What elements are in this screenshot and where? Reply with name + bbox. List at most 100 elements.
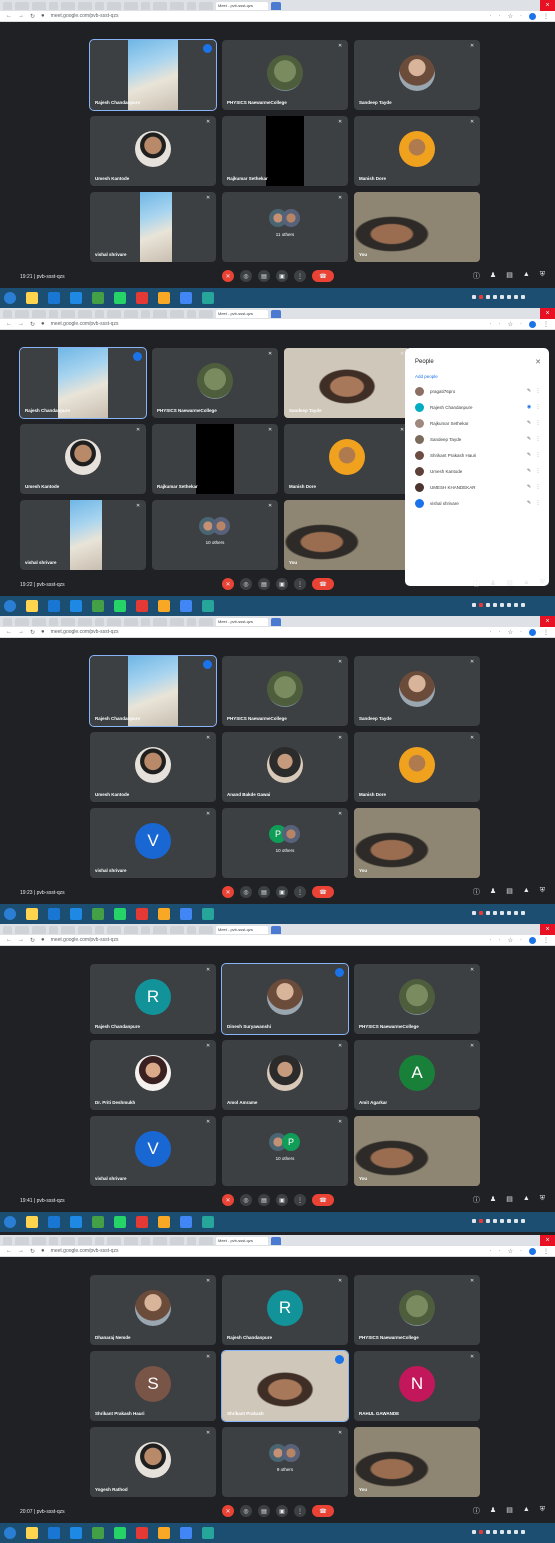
people-icon[interactable]: ♟ xyxy=(490,579,496,589)
mic-icon[interactable]: ✎ xyxy=(523,484,535,490)
tray-icon[interactable] xyxy=(479,911,483,915)
participant-tile[interactable]: Rajesh Chandanpure xyxy=(89,39,217,111)
tray-icon[interactable] xyxy=(521,1219,525,1223)
participant-tile[interactable]: Manish Dore ✕ xyxy=(284,424,410,494)
camera-button[interactable]: ◎ xyxy=(240,578,252,590)
browser-tab[interactable] xyxy=(187,309,196,318)
menu-icon[interactable]: ⋮ xyxy=(543,13,549,20)
start-icon[interactable] xyxy=(4,1216,16,1228)
app-icon[interactable] xyxy=(202,600,214,612)
participant-tile[interactable]: Vvishal shrivare ✕ xyxy=(90,808,216,878)
back-icon[interactable]: ← xyxy=(6,321,12,327)
browser-tab[interactable] xyxy=(187,617,196,626)
app-icon[interactable] xyxy=(92,908,104,920)
browser-tab[interactable] xyxy=(32,1,46,10)
tray-icon[interactable] xyxy=(472,295,476,299)
close-window-button[interactable]: × xyxy=(540,924,555,935)
youtube-icon[interactable] xyxy=(136,908,148,920)
back-icon[interactable]: ← xyxy=(6,1248,12,1254)
tray-icon[interactable] xyxy=(493,1219,497,1223)
camera-button[interactable]: ◎ xyxy=(240,1194,252,1206)
more-options-icon[interactable]: ⋮ xyxy=(535,436,541,442)
browser-tab[interactable] xyxy=(153,1236,167,1245)
captions-button[interactable]: ▤ xyxy=(258,578,270,590)
mic-off-button[interactable]: ✕ xyxy=(222,578,234,590)
participant-tile[interactable]: You xyxy=(354,1116,480,1186)
back-icon[interactable]: ← xyxy=(6,629,12,635)
mic-icon[interactable]: ◉ xyxy=(523,404,535,410)
browser-tab[interactable] xyxy=(78,309,92,318)
mic-icon[interactable]: ✎ xyxy=(523,452,535,458)
camera-icon[interactable]: · xyxy=(490,321,492,328)
url-input[interactable]: meet.google.com/pvb-ssst-qzs xyxy=(51,1248,119,1254)
forward-icon[interactable]: → xyxy=(18,321,24,327)
app-icon[interactable] xyxy=(202,1216,214,1228)
browser-tab[interactable] xyxy=(78,1236,92,1245)
browser-tab[interactable] xyxy=(61,1,75,10)
browser-tab[interactable] xyxy=(124,925,138,934)
file-explorer-icon[interactable] xyxy=(26,908,38,920)
youtube-icon[interactable] xyxy=(136,600,148,612)
browser-tab-active[interactable]: Meet - pvb-ssst-qzs xyxy=(216,925,268,934)
participant-tile[interactable]: Shrikant Prakash xyxy=(221,1350,349,1422)
more-options-button[interactable]: ⋮ xyxy=(294,1194,306,1206)
info-icon[interactable]: ⓘ xyxy=(473,887,480,897)
url-input[interactable]: meet.google.com/pvb-ssst-qzs xyxy=(51,629,119,635)
browser-tab-active[interactable]: Meet - pvb-ssst-qzs xyxy=(216,1236,268,1245)
star-icon[interactable]: ☆ xyxy=(508,937,513,944)
browser-tab[interactable] xyxy=(61,617,75,626)
participant-tile[interactable]: R Rajesh Chandanpure ✕ xyxy=(90,964,216,1034)
participant-tile[interactable]: PHYSICS NaewarmeCollege ✕ xyxy=(354,1275,480,1345)
minimize-button[interactable] xyxy=(511,308,525,319)
profile-avatar[interactable] xyxy=(529,629,536,636)
minimize-button[interactable] xyxy=(511,616,525,627)
people-icon[interactable]: ♟ xyxy=(490,271,496,281)
star-icon[interactable]: ☆ xyxy=(508,629,513,636)
file-explorer-icon[interactable] xyxy=(26,292,38,304)
share-icon[interactable]: · xyxy=(499,321,501,328)
app-icon[interactable] xyxy=(92,1527,104,1539)
browser-tab[interactable] xyxy=(153,1,167,10)
browser-tab[interactable] xyxy=(141,1236,150,1245)
tray-icon[interactable] xyxy=(514,1530,518,1534)
browser-tab[interactable] xyxy=(153,309,167,318)
participant-tile[interactable]: Umesh Kantode ✕ xyxy=(20,424,146,494)
people-list-item[interactable]: Rajesh Chandanpure ◉ ⋮ xyxy=(415,400,541,414)
more-options-button[interactable]: ⋮ xyxy=(294,1505,306,1517)
mic-off-button[interactable]: ✕ xyxy=(222,1194,234,1206)
browser-tab[interactable] xyxy=(15,925,29,934)
people-list-item[interactable]: Shrikant Prakash Hauri ✎ ⋮ xyxy=(415,448,541,462)
browser-tab[interactable] xyxy=(170,309,184,318)
folder-icon[interactable] xyxy=(158,1216,170,1228)
mic-off-button[interactable]: ✕ xyxy=(222,270,234,282)
tray-icon[interactable] xyxy=(486,603,490,607)
share-icon[interactable]: · xyxy=(499,1248,501,1255)
menu-icon[interactable]: ⋮ xyxy=(543,321,549,328)
reload-icon[interactable]: ↻ xyxy=(30,1248,35,1255)
browser-tab[interactable] xyxy=(107,1,121,10)
maximize-button[interactable] xyxy=(526,616,540,627)
reload-icon[interactable]: ↻ xyxy=(30,321,35,328)
participant-tile[interactable]: Rajesh Chandanpure xyxy=(19,347,147,419)
menu-icon[interactable]: ⋮ xyxy=(543,1248,549,1255)
tray-icon[interactable] xyxy=(486,1530,490,1534)
browser-tab[interactable] xyxy=(153,617,167,626)
browser-tab-active[interactable]: Meet - pvb-ssst-qzs xyxy=(216,1,268,10)
start-icon[interactable] xyxy=(4,1527,16,1539)
people-icon[interactable]: ♟ xyxy=(490,887,496,897)
participant-tile[interactable]: R Rajesh Chandanpure ✕ xyxy=(222,1275,348,1345)
maximize-button[interactable] xyxy=(526,1235,540,1246)
browser-tab[interactable] xyxy=(187,1,196,10)
browser-tab[interactable] xyxy=(271,309,281,318)
participant-tile[interactable]: You xyxy=(354,808,480,878)
whatsapp-icon[interactable] xyxy=(114,600,126,612)
browser-tab[interactable] xyxy=(271,925,281,934)
tray-icon[interactable] xyxy=(493,603,497,607)
url-input[interactable]: meet.google.com/pvb-ssst-qzs xyxy=(51,937,119,943)
more-options-button[interactable]: ⋮ xyxy=(294,270,306,282)
camera-button[interactable]: ◎ xyxy=(240,886,252,898)
host-controls-icon[interactable]: ⛨ xyxy=(540,1506,545,1516)
tray-icon[interactable] xyxy=(500,1530,504,1534)
browser-tab[interactable] xyxy=(49,617,58,626)
camera-icon[interactable]: · xyxy=(490,1248,492,1255)
